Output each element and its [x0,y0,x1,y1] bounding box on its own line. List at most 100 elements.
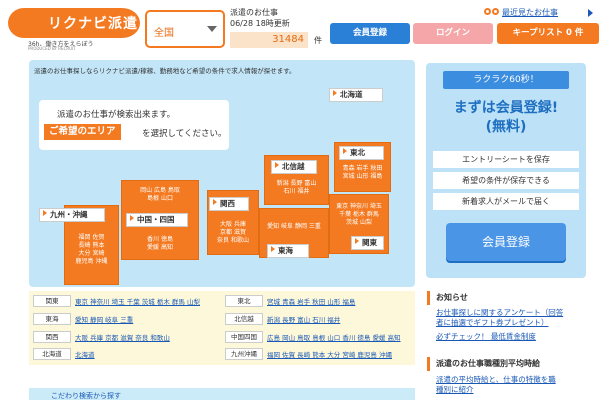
triangle-icon [213,199,217,205]
tohoku-prefs-1: 青森 岩手 秋田 [342,165,383,172]
news-link[interactable]: 者に抽選でギフト券プレゼント） [436,318,596,328]
kansai-prefs-3: 奈良 和歌山 [217,237,249,244]
triangle-icon [333,90,337,96]
promo-benefit: エントリーシートを保存 [433,151,579,168]
pref-row-links[interactable]: 広島 岡山 鳥取 島根 山口 香川 徳島 愛媛 高知 [267,332,401,342]
job-count-info: 派遣のお仕事 06/28 18時更新 31484 件 [230,7,330,49]
detail-search-strip[interactable]: こだわり検索から探す [29,388,415,400]
page-root: リクナビ派遣 36h、働き方をえらぼう PRODUCED BY RECRUIT … [0,0,600,400]
pref-row: 北信越 新潟 長野 富山 石川 福井 [225,313,413,328]
pref-row: 九州沖縄 福岡 佐賀 長崎 熊本 大分 宮崎 鹿児島 沖縄 [225,348,413,363]
recent-jobs-link[interactable]: 最近見たお仕事 [476,6,600,20]
region-label: 東北 [350,148,365,157]
region-select[interactable]: 全国 [145,10,225,48]
region-hokushinetsu[interactable]: 北信越 [271,160,317,174]
kyushu-prefs-2: 長崎 熊本 [78,242,105,249]
promo-subheading: (無料) [485,119,527,135]
region-tokai[interactable]: 東海 [267,244,309,258]
pref-row-links[interactable]: 新潟 長野 富山 石川 福井 [267,314,340,324]
region-hokkaido[interactable]: 北海道 [329,88,383,102]
job-info-label: 派遣のお仕事 [230,8,278,17]
signup-promo-box: ラクラク60秒！ まずは会員登録! (無料) エントリーシートを保存 希望の条件… [426,63,586,278]
shikoku-prefs-1: 香川 徳島 [147,236,173,243]
pref-row-links[interactable]: 福岡 佐賀 長崎 熊本 大分 宮崎 鹿児島 沖縄 [267,349,392,359]
region-label: 東海 [278,246,293,255]
pref-row: 東北 宮城 青森 岩手 秋田 山形 福島 [225,295,413,310]
binoculars-icon [484,8,500,17]
instruction-line1: 派遣のお仕事が検索出来ます。 [57,110,176,120]
pref-row: 中国四国 広島 岡山 鳥取 島根 山口 香川 徳島 愛媛 高知 [225,331,413,346]
kyushu-prefs-3: 大分 宮崎 [78,250,105,257]
pref-row-head: 関東 [33,295,71,307]
chevron-down-icon [207,26,217,32]
region-select-value: 全国 [154,28,174,39]
register-button[interactable]: 会員登録 [330,23,410,44]
region-kansai[interactable]: 関西 [209,197,249,211]
pref-row-links[interactable]: 大阪 兵庫 京都 滋賀 奈良 和歌山 [75,332,170,342]
pref-row-links[interactable]: 東京 神奈川 埼玉 千葉 茨城 栃木 群馬 山梨 [75,296,200,306]
region-chugoku[interactable]: 中国・四国 [126,213,188,227]
region-label: 北海道 [340,90,363,99]
chugoku-prefs-2: 島根 山口 [147,195,173,202]
job-update-time: 06/28 18時更新 [230,19,290,28]
promo-ribbon: ラクラク60秒！ [443,71,569,89]
detail-search-link[interactable]: こだわり検索から探す [51,391,121,400]
instruction-line2: を選択してください。 [142,129,227,139]
triangle-icon [43,210,47,216]
kanto-prefs-2: 千葉 栃木 群馬 [339,211,379,218]
region-label: 北信越 [282,162,305,171]
prefecture-table: 関東 東京 神奈川 埼玉 千葉 茨城 栃木 群馬 山梨 東海 愛知 静岡 岐阜 … [29,291,415,365]
region-label: 関西 [220,199,235,208]
region-tohoku[interactable]: 東北 [339,146,384,160]
news-link[interactable]: お仕事探しに関するアンケート（回答 [436,308,596,318]
triangle-icon [271,246,275,252]
triangle-icon [343,148,347,154]
keep-list-button[interactable]: キープリスト 0 件 [497,23,599,44]
region-kyushu[interactable]: 九州・沖縄 [39,208,105,222]
hokushinetsu-prefs-2: 石川 福井 [283,188,310,195]
kansai-prefs-1: 大阪 兵庫 [220,221,246,228]
kansai-prefs-2: 京都 滋賀 [220,229,246,236]
pref-row-head: 九州沖縄 [225,348,263,360]
region-kanto[interactable]: 関東 [351,236,384,250]
logo-text: リクナビ派遣 [48,16,138,32]
hokushinetsu-prefs-1: 新潟 長野 富山 [276,180,317,187]
kanto-prefs-3: 茨城 山梨 [346,219,372,226]
promo-heading: まずは会員登録! [453,100,559,116]
region-label: 関東 [362,238,377,247]
promo-benefit: 新着求人がメールで届く [433,193,579,210]
kyushu-prefs-1: 福岡 佐賀 [78,234,105,241]
chugoku-prefs-1: 岡山 広島 鳥取 [140,187,180,194]
triangle-icon [275,162,279,168]
map-lead-text: 派遣のお仕事探しならリクナビ派遣/稼稼、勤務地など希望の条件で求人情報が探せます… [34,67,296,75]
region-label: 中国・四国 [137,215,175,224]
region-label: 九州・沖縄 [50,210,88,219]
pref-row: 東海 愛知 静岡 岐阜 三重 [33,313,218,328]
map-instruction-bubble: 派遣のお仕事が検索出来ます。 ご希望のエリア を選択してください。 [39,100,229,150]
pref-row: 北海道 北海道 [33,348,218,363]
news-link[interactable]: 必ずチェック！ 最低賃金制度 [436,332,596,342]
shikoku-prefs-2: 愛媛 高知 [147,244,173,251]
news-heading: お知らせ [427,291,592,305]
pref-row-head: 北海道 [33,348,71,360]
area-map-panel: 派遣のお仕事探しならリクナビ派遣/稼稼、勤務地など希望の条件で求人情報が探せます… [29,60,415,287]
wage-link[interactable]: 派遣の平均時給と、仕事の特徴を職 [436,375,596,385]
instruction-area-badge: ご希望のエリア [44,124,121,140]
sidebar-register-button[interactable]: 会員登録 [446,223,566,261]
pref-row-links[interactable]: 愛知 静岡 岐阜 三重 [75,314,133,324]
kanto-prefs-1: 東京 神奈川 埼玉 [336,203,382,210]
wage-link[interactable]: 種別に紹介 [436,385,596,395]
wage-heading: 派遣のお仕事職種別平均時給 [427,357,592,371]
job-count: 31484 [230,32,308,48]
site-logo[interactable]: リクナビ派遣 36h、働き方をえらぼう PRODUCED BY RECRUIT [8,8,140,52]
kyushu-prefs-4: 鹿児島 沖縄 [75,258,108,265]
pref-row: 関東 東京 神奈川 埼玉 千葉 茨城 栃木 群馬 山梨 [33,295,218,310]
pref-row-head: 東海 [33,313,71,325]
pref-row-head: 中国四国 [225,331,263,343]
tokai-prefs-1: 愛知 岐阜 静岡 三重 [267,223,321,230]
pref-row-head: 北信越 [225,313,263,325]
recent-jobs-label: 最近見たお仕事 [502,8,558,17]
login-button[interactable]: ログイン [413,23,493,44]
pref-row-links[interactable]: 北海道 [75,349,95,359]
pref-row-links[interactable]: 宮城 青森 岩手 秋田 山形 福島 [267,296,355,306]
